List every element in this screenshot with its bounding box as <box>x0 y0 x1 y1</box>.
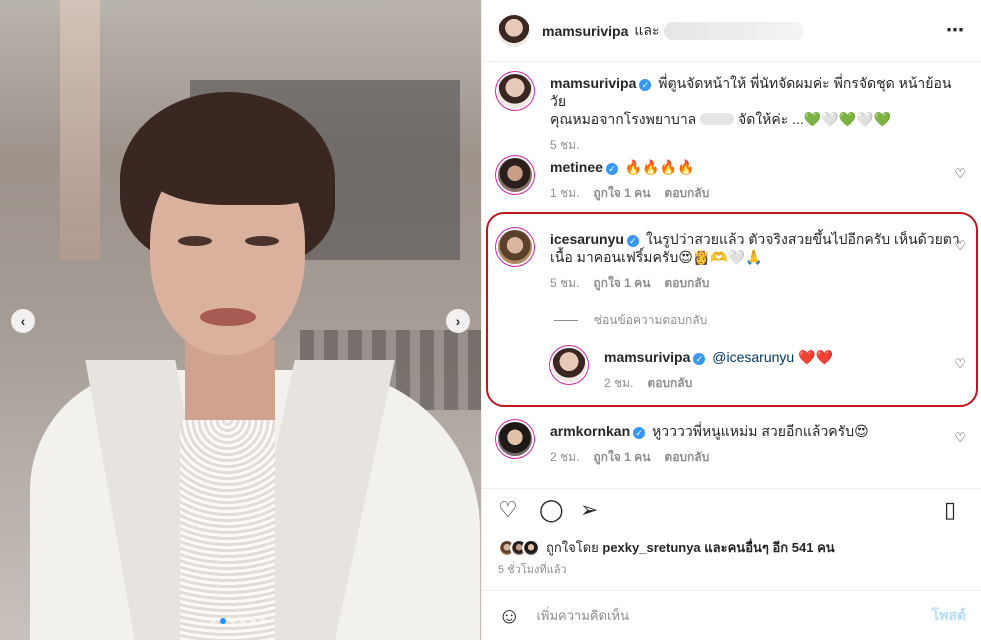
comment-text: หูววววพี่หนูแหม่ม สวยอีกแล้วครับ😍 <box>652 423 869 439</box>
comment-likes-link[interactable]: ถูกใจ 1 คน <box>593 184 650 202</box>
post-button[interactable]: โพสต์ <box>932 605 966 627</box>
post-photo: ‹ › <box>0 0 481 640</box>
post-actions: ♡ ◯ ➢ ▯ <box>482 488 981 528</box>
carousel-dot <box>260 618 266 624</box>
carousel-prev-button[interactable]: ‹ <box>11 309 35 333</box>
eye-left <box>178 236 212 246</box>
carousel-dot <box>250 618 256 624</box>
liker-avatar <box>522 538 540 557</box>
reply-link[interactable]: ตอบกลับ <box>664 448 709 466</box>
share-icon[interactable]: ➢ <box>580 497 598 523</box>
carousel-dot <box>230 618 236 624</box>
caption-text-line2a: คุณหมอจากโรงพยาบาล <box>550 111 697 127</box>
post-time[interactable]: 5 ชั่วโมงที่แล้ว <box>498 560 567 578</box>
blurred-word <box>700 113 735 125</box>
verified-icon: ✓ <box>605 163 618 175</box>
save-icon[interactable]: ▯ <box>944 497 956 523</box>
caption: mamsurivipa ✓ พี่ตูนจัดหน้าให้ พี่นัทจัดผ… <box>498 74 966 154</box>
comment-likes-link[interactable]: ถูกใจ 1 คน <box>593 448 650 466</box>
like-icon[interactable]: ♡ <box>498 497 518 523</box>
heart-icon[interactable]: ♡ <box>954 166 966 182</box>
comment-icon[interactable]: ◯ <box>539 497 564 523</box>
lips <box>200 308 256 326</box>
comment-time: 2 ชม. <box>550 450 580 464</box>
carousel-next-button[interactable]: › <box>446 309 470 333</box>
more-options-icon[interactable]: ⋯ <box>946 20 965 41</box>
caption-text-line2b: จัดให้ค่ะ ...💚🤍💚🤍💚 <box>738 111 892 127</box>
likes-prefix: ถูกใจโดย <box>546 540 599 555</box>
comment-metinee: metinee ✓ 🔥🔥🔥🔥 1 ชม. ถูกใจ 1 คน ตอบกลับ ♡ <box>498 158 966 202</box>
likes-summary: ถูกใจโดย pexky_sretunya และคนอื่นๆ อีก 5… <box>498 537 835 558</box>
blurred-collaborator <box>663 21 804 40</box>
highlight-annotation <box>486 212 978 407</box>
comment-armkornkan: armkornkan ✓ หูววววพี่หนูแหม่ม สวยอีกแล้ว… <box>498 422 966 466</box>
carousel-dot <box>210 618 216 624</box>
add-comment-bar: ☺ เพิ่มความคิดเห็น โพสต์ <box>482 590 981 640</box>
verified-icon: ✓ <box>633 427 646 439</box>
caption-avatar[interactable] <box>498 74 532 108</box>
post-sidebar: mamsurivipa และ ⋯ mamsurivipa ✓ พี่ตูนจัด… <box>481 0 981 640</box>
and-text: และ <box>634 21 660 38</box>
comment-avatar[interactable] <box>498 422 532 456</box>
verified-icon: ✓ <box>639 79 652 91</box>
reply-link[interactable]: ตอบกลับ <box>664 184 709 202</box>
comment-text: 🔥🔥🔥🔥 <box>624 159 695 175</box>
carousel-dots <box>210 618 266 624</box>
comment-username[interactable]: metinee <box>550 159 603 175</box>
emoji-icon[interactable]: ☺ <box>498 603 520 629</box>
carousel-dot-active <box>220 618 226 624</box>
likes-others-link[interactable]: และคนอื่นๆ อีก 541 คน <box>704 540 834 555</box>
lace-top <box>180 420 275 640</box>
carousel-dot <box>240 618 246 624</box>
comment-username[interactable]: armkornkan <box>550 423 630 439</box>
liker-username[interactable]: pexky_sretunya <box>602 540 700 555</box>
comment-time: 1 ชม. <box>550 186 580 200</box>
heart-icon[interactable]: ♡ <box>954 430 966 446</box>
author-avatar[interactable] <box>498 14 530 47</box>
caption-username[interactable]: mamsurivipa <box>550 75 636 91</box>
comment-avatar[interactable] <box>498 158 532 192</box>
post-header: mamsurivipa และ ⋯ <box>482 0 981 62</box>
comment-input[interactable]: เพิ่มความคิดเห็น <box>536 605 931 626</box>
comments-list: mamsurivipa ✓ พี่ตูนจัดหน้าให้ พี่นัทจัดผ… <box>482 62 981 488</box>
caption-time: 5 ชม. <box>550 138 580 152</box>
background-light <box>60 0 100 260</box>
eye-right <box>245 236 279 246</box>
author-username[interactable]: mamsurivipa <box>542 23 628 39</box>
